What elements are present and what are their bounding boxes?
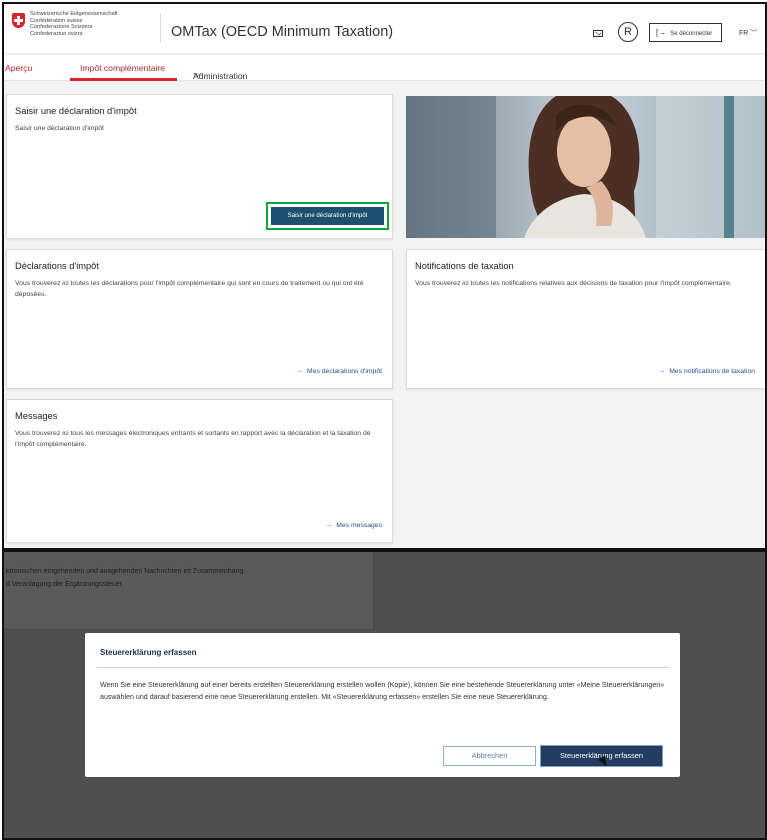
mail-icon[interactable]	[593, 30, 603, 37]
dialog-divider	[97, 667, 669, 668]
dialog-body: Wenn Sie eine Steuererklärung auf einer …	[100, 681, 665, 701]
arrow-right-icon: →	[658, 368, 666, 375]
create-declaration-highlight: Saisir une déclaration d'impôt	[266, 202, 389, 230]
dialog-screen: ktronischen eingehenden und ausgehenden …	[2, 550, 767, 840]
tab-apercu[interactable]: Aperçu	[5, 63, 32, 73]
tab-impot-complementaire[interactable]: Impôt complémentaire	[80, 63, 165, 73]
arrow-right-icon: →	[325, 522, 333, 529]
chevron-down-icon: ﹀	[193, 72, 202, 82]
card-title: Notifications de taxation	[415, 261, 514, 271]
cancel-button[interactable]: Abbrechen	[443, 746, 536, 766]
card-title: Messages	[15, 411, 58, 421]
card-text: Vous trouverez ici toutes les déclaratio…	[15, 280, 364, 298]
swiss-flag-icon	[12, 13, 25, 28]
main-navigation: Aperçu Impôt complémentaire Administrati…	[4, 55, 765, 82]
confederation-logo-text: Schweizerische Eidgenossenschaft Confédé…	[30, 11, 118, 37]
background-card	[4, 552, 374, 630]
chevron-down-icon: ﹀	[750, 30, 758, 37]
logout-icon: [→	[656, 28, 667, 37]
arrow-right-icon: →	[296, 368, 304, 375]
notifications-card: Notifications de taxation Vous trouverez…	[406, 249, 765, 389]
logout-button[interactable]: [→ Se déconnecter	[649, 23, 722, 42]
messages-card: Messages Vous trouverez ici tous les mes…	[6, 399, 393, 543]
app-header: Schweizerische Eidgenossenschaft Confédé…	[4, 4, 765, 54]
card-title: Déclarations d'impôt	[15, 261, 99, 271]
user-avatar[interactable]: R	[618, 22, 638, 42]
active-tab-indicator	[70, 78, 177, 81]
create-declaration-dialog: Steuererklärung erfassen Wenn Sie eine S…	[85, 633, 680, 777]
hero-photo	[406, 96, 765, 238]
my-notifications-link[interactable]: → Mes notifications de taxation	[658, 368, 755, 375]
declarations-card: Déclarations d'impôt Vous trouverez ici …	[6, 249, 393, 389]
card-title: Saisir une déclaration d'impôt	[15, 106, 137, 116]
card-text: Vous trouverez ici toutes les notificati…	[415, 280, 732, 287]
my-declarations-link[interactable]: → Mes déclarations d'impôt	[296, 368, 382, 375]
dialog-title: Steuererklärung erfassen	[100, 648, 197, 657]
woman-portrait-image	[406, 96, 765, 238]
my-messages-link[interactable]: → Mes messages	[325, 522, 382, 529]
logout-label: Se déconnecter	[670, 31, 713, 37]
background-card-text: ktronischen eingehenden und ausgehenden …	[6, 568, 244, 588]
card-text: Saisir une déclaration d'impôt	[15, 125, 104, 132]
create-declaration-button[interactable]: Saisir une déclaration d'impôt	[271, 207, 384, 225]
language-selector[interactable]: FR ﹀	[739, 28, 757, 38]
overview-screen: Schweizerische Eidgenossenschaft Confédé…	[2, 2, 767, 550]
card-text: Vous trouverez ici tous les messages éle…	[15, 430, 371, 448]
app-title: OMTax (OECD Minimum Taxation)	[171, 24, 394, 40]
header-divider	[160, 14, 161, 42]
